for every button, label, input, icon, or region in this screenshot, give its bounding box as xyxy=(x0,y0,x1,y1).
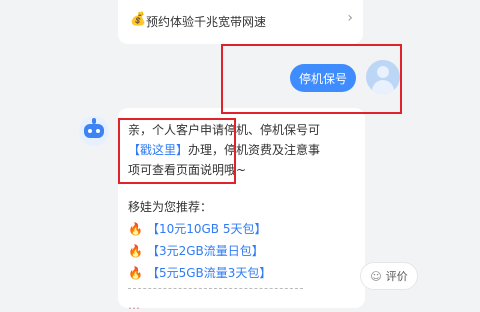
promo-text: 预约体验千兆宽带网速 xyxy=(146,15,267,29)
bot-face xyxy=(84,124,104,138)
chevron-right-icon: › xyxy=(347,10,353,26)
fire-icon: 🔥 xyxy=(128,221,143,236)
money-bag-icon: 💰 xyxy=(130,12,147,27)
recommend-item-label: 【10元10GB 5天包】 xyxy=(146,222,267,236)
annotation-box-bot-message xyxy=(118,118,236,184)
bot-line-2-tail: 停机资费及注意事 xyxy=(224,143,321,157)
bot-avatar xyxy=(79,116,109,146)
fire-icon: 🔥 xyxy=(128,265,143,280)
recommend-item-label: 【3元2GB流量日包】 xyxy=(146,244,264,258)
broadband-promo-card[interactable]: 💰 预约体验千兆宽带网速 › xyxy=(118,0,363,44)
fire-icon: 🔥 xyxy=(128,243,143,258)
truncated-content: … xyxy=(128,298,140,312)
recommend-item[interactable]: 🔥 【10元10GB 5天包】 xyxy=(128,220,266,237)
bot-eye-right xyxy=(96,129,100,133)
dashed-divider xyxy=(128,288,303,289)
recommend-item-label: 【5元5GB流量3天包】 xyxy=(146,266,272,280)
chat-icon: ☺ xyxy=(370,269,382,283)
recommend-title: 移娃为您推荐： xyxy=(128,200,213,214)
evaluate-button[interactable]: ☺ 评价 xyxy=(360,262,418,290)
evaluate-label: 评价 xyxy=(385,270,408,283)
annotation-box-user-message xyxy=(221,44,402,114)
recommend-item[interactable]: 🔥 【5元5GB流量3天包】 xyxy=(128,264,271,281)
recommend-item[interactable]: 🔥 【3元2GB流量日包】 xyxy=(128,242,264,259)
bot-eye-left xyxy=(88,129,92,133)
